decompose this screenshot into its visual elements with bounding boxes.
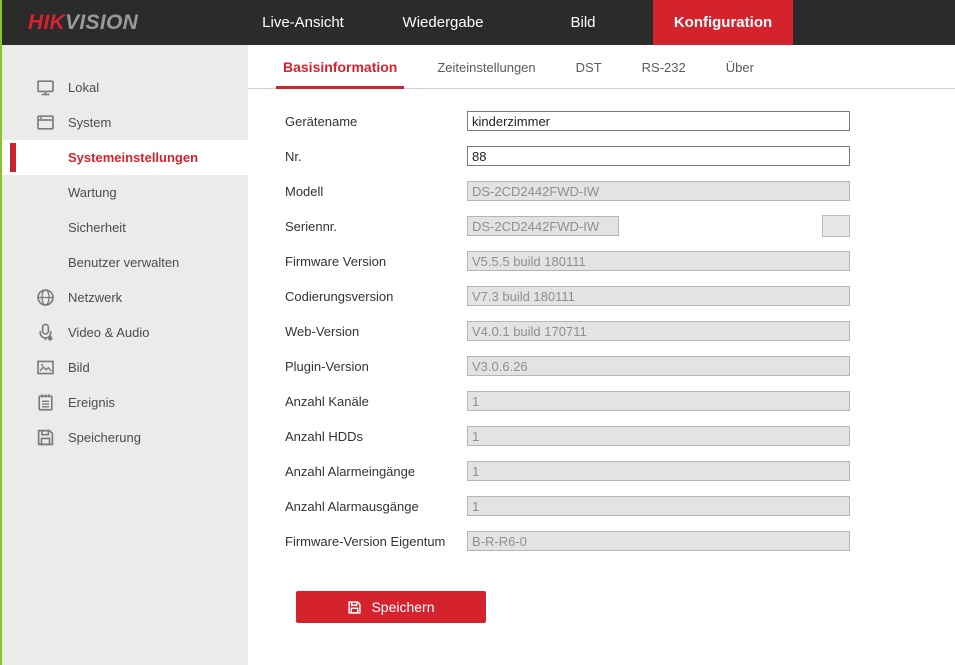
logo-hik: HIK bbox=[28, 11, 65, 35]
modell-field bbox=[467, 181, 850, 201]
sidebar-item-bild[interactable]: Bild bbox=[2, 350, 248, 385]
monitor-icon bbox=[36, 78, 55, 97]
sidebar-item-lokal[interactable]: Lokal bbox=[2, 70, 248, 105]
top-bar: HIKVISION Live-AnsichtWiedergabeBildKonf… bbox=[0, 0, 955, 45]
tab-rs-232[interactable]: RS-232 bbox=[635, 60, 693, 88]
sidebar-item-label: Systemeinstellungen bbox=[68, 150, 198, 165]
top-nav: Live-AnsichtWiedergabeBildKonfiguration bbox=[233, 0, 793, 45]
form-row-seriennr: Seriennr. bbox=[285, 216, 850, 236]
brand-green-strip bbox=[0, 0, 2, 665]
main-content: Basisinformation Zeiteinstellungen DST RS-2… bbox=[248, 45, 955, 665]
form-row-codierungsversion: Codierungsversion bbox=[285, 286, 850, 306]
sidebar-item-label: Lokal bbox=[68, 80, 99, 95]
globe-icon bbox=[36, 288, 55, 307]
form-row-anzahl-alarmausgänge: Anzahl Alarmausgänge bbox=[285, 496, 850, 516]
sidebar-item-label: Netzwerk bbox=[68, 290, 122, 305]
sidebar-item-label: Video & Audio bbox=[68, 325, 149, 340]
web-version-field bbox=[467, 321, 850, 341]
save-button-label: Speichern bbox=[371, 599, 434, 615]
hikvision-logo: HIKVISION bbox=[28, 0, 138, 45]
sidebar-item-label: System bbox=[68, 115, 111, 130]
sidebar-item-ereignis[interactable]: Ereignis bbox=[2, 385, 248, 420]
field-label: Anzahl Kanäle bbox=[285, 394, 467, 409]
sidebar: Lokal System Systemeinstellungen Wartung Sic… bbox=[2, 45, 248, 665]
field-label: Web-Version bbox=[285, 324, 467, 339]
form-row-plugin-version: Plugin-Version bbox=[285, 356, 850, 376]
anzahl-kanäle-field bbox=[467, 391, 850, 411]
seriennr-field bbox=[467, 216, 619, 236]
clipboard-icon bbox=[36, 393, 55, 412]
nav-item-live-ansicht[interactable]: Live-Ansicht bbox=[233, 0, 373, 45]
tab-dst[interactable]: DST bbox=[569, 60, 609, 88]
logo-vision: VISION bbox=[65, 11, 138, 35]
field-label: Anzahl Alarmeingänge bbox=[285, 464, 467, 479]
nav-item-konfiguration[interactable]: Konfiguration bbox=[653, 0, 793, 45]
save-button[interactable]: Speichern bbox=[296, 591, 486, 623]
form-row-modell: Modell bbox=[285, 181, 850, 201]
sidebar-item-netzwerk[interactable]: Netzwerk bbox=[2, 280, 248, 315]
field-label: Codierungsversion bbox=[285, 289, 467, 304]
nr-field[interactable] bbox=[467, 146, 850, 166]
form-row-nr: Nr. bbox=[285, 146, 850, 166]
save-icon bbox=[347, 600, 362, 615]
field-label: Seriennr. bbox=[285, 219, 467, 234]
sidebar-item-label: Benutzer verwalten bbox=[68, 255, 179, 270]
anzahl-alarmausgänge-field bbox=[467, 496, 850, 516]
firmware-version-field bbox=[467, 251, 850, 271]
window-icon bbox=[36, 113, 55, 132]
field-label: Gerätename bbox=[285, 114, 467, 129]
sidebar-item-label: Sicherheit bbox=[68, 220, 126, 235]
field-label: Nr. bbox=[285, 149, 467, 164]
form-row-anzahl-hdds: Anzahl HDDs bbox=[285, 426, 850, 446]
form-row-anzahl-kanäle: Anzahl Kanäle bbox=[285, 391, 850, 411]
field-label: Firmware Version bbox=[285, 254, 467, 269]
anzahl-hdds-field bbox=[467, 426, 850, 446]
active-item-red-bar bbox=[10, 143, 16, 172]
form-row-gerätename: Gerätename bbox=[285, 111, 850, 131]
sidebar-item-label: Wartung bbox=[68, 185, 117, 200]
field-label: Firmware-Version Eigentum bbox=[285, 534, 467, 549]
sidebar-item-video-audio[interactable]: Video & Audio bbox=[2, 315, 248, 350]
nav-item-bild[interactable]: Bild bbox=[513, 0, 653, 45]
sidebar-item-label: Speicherung bbox=[68, 430, 141, 445]
field-label: Modell bbox=[285, 184, 467, 199]
image-icon bbox=[36, 358, 55, 377]
sidebar-item-sicherheit[interactable]: Sicherheit bbox=[2, 210, 248, 245]
form-row-firmware-version-eigentum: Firmware-Version Eigentum bbox=[285, 531, 850, 551]
sidebar-item-benutzer-verwalten[interactable]: Benutzer verwalten bbox=[2, 245, 248, 280]
field-label: Anzahl HDDs bbox=[285, 429, 467, 444]
sidebar-item-speicherung[interactable]: Speicherung bbox=[2, 420, 248, 455]
sidebar-item-systemeinstellungen[interactable]: Systemeinstellungen bbox=[2, 140, 248, 175]
firmware-version-eigentum-field bbox=[467, 531, 850, 551]
tab-zeiteinstellungen[interactable]: Zeiteinstellungen bbox=[430, 60, 542, 88]
field-label: Plugin-Version bbox=[285, 359, 467, 374]
sidebar-item-wartung[interactable]: Wartung bbox=[2, 175, 248, 210]
sidebar-item-label: Bild bbox=[68, 360, 90, 375]
tab-über[interactable]: Über bbox=[719, 60, 761, 88]
form-row-web-version: Web-Version bbox=[285, 321, 850, 341]
form-row-firmware-version: Firmware Version bbox=[285, 251, 850, 271]
floppy-icon bbox=[36, 428, 55, 447]
plugin-version-field bbox=[467, 356, 850, 376]
sidebar-item-label: Ereignis bbox=[68, 395, 115, 410]
tab-basisinformation[interactable]: Basisinformation bbox=[276, 59, 404, 88]
basic-info-form: Gerätename Nr. Modell Seriennr. Firmware Ver… bbox=[248, 89, 955, 551]
microphone-icon bbox=[36, 323, 55, 342]
nav-item-wiedergabe[interactable]: Wiedergabe bbox=[373, 0, 513, 45]
sidebar-item-system[interactable]: System bbox=[2, 105, 248, 140]
gerätename-field[interactable] bbox=[467, 111, 850, 131]
field-label: Anzahl Alarmausgänge bbox=[285, 499, 467, 514]
anzahl-alarmeingänge-field bbox=[467, 461, 850, 481]
form-row-anzahl-alarmeingänge: Anzahl Alarmeingänge bbox=[285, 461, 850, 481]
codierungsversion-field bbox=[467, 286, 850, 306]
tab-bar: Basisinformation Zeiteinstellungen DST RS-2… bbox=[248, 45, 955, 89]
serial-extra-box bbox=[822, 215, 850, 237]
